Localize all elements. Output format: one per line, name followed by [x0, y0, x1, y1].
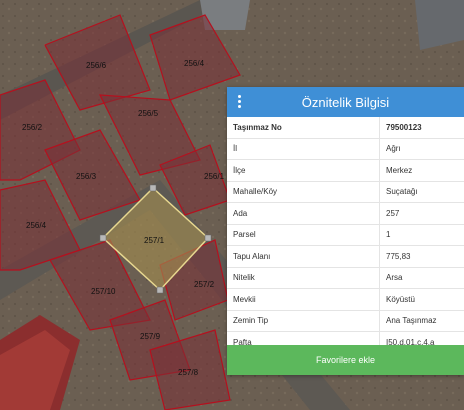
parcel-label: 257/1 — [144, 236, 165, 245]
attribute-row: İl Ağrı — [227, 138, 464, 160]
add-to-favorites-button[interactable]: Favorilere ekle — [227, 345, 464, 375]
attribute-row: Taşınmaz No 79500123 — [227, 117, 464, 139]
attribute-key: Taşınmaz No — [227, 117, 380, 139]
more-vertical-icon[interactable] — [236, 95, 242, 109]
attribute-key: Mevkii — [227, 288, 380, 311]
attribute-table: Taşınmaz No 79500123 İl Ağrı İlçe Merkez Mahal… — [227, 117, 464, 354]
attribute-row: Tapu Alanı 775,83 — [227, 245, 464, 268]
attribute-row: Mahalle/Köy Suçatağı — [227, 181, 464, 203]
attribute-value: Suçatağı — [379, 181, 464, 203]
vertex-handle[interactable] — [99, 234, 107, 242]
attribute-row: Ada 257 — [227, 202, 464, 225]
attribute-value: Ana Taşınmaz — [379, 310, 464, 332]
parcel-label: 256/4 — [26, 221, 47, 230]
attribute-key: Ada — [227, 202, 380, 225]
attribute-value: 775,83 — [379, 245, 464, 268]
attribute-value: Arsa — [379, 267, 464, 289]
vertex-handle[interactable] — [204, 234, 212, 242]
attribute-key: Nitelik — [227, 267, 380, 289]
attribute-value: 257 — [379, 202, 464, 225]
attribute-row: Zemin Tip Ana Taşınmaz — [227, 310, 464, 332]
attribute-panel: Öznitelik Bilgisi Taşınmaz No 79500123 İl A… — [227, 87, 464, 375]
attribute-key: İl — [227, 138, 380, 160]
attribute-key: Mahalle/Köy — [227, 181, 380, 203]
parcel-label: 257/8 — [178, 368, 199, 377]
attribute-key: İlçe — [227, 159, 380, 182]
attribute-key: Parsel — [227, 224, 380, 246]
parcel-label: 256/3 — [76, 172, 97, 181]
attribute-value: Köyüstü — [379, 288, 464, 311]
parcel-label: 257/10 — [91, 287, 116, 296]
attribute-key: Tapu Alanı — [227, 245, 380, 268]
parcel-label: 256/5 — [138, 109, 159, 118]
attribute-value: Ağrı — [379, 138, 464, 160]
parcel-label: 256/1 — [204, 172, 225, 181]
attribute-value: 79500123 — [379, 117, 464, 139]
attribute-row: İlçe Merkez — [227, 159, 464, 182]
parcel-label: 256/4 — [184, 59, 205, 68]
attribute-row: Mevkii Köyüstü — [227, 288, 464, 311]
attribute-value: Merkez — [379, 159, 464, 182]
attribute-row: Parsel 1 — [227, 224, 464, 246]
attribute-value: 1 — [379, 224, 464, 246]
attribute-row: Nitelik Arsa — [227, 267, 464, 289]
parcel-label: 256/6 — [86, 61, 107, 70]
panel-header: Öznitelik Bilgisi — [227, 87, 464, 117]
attribute-key: Zemin Tip — [227, 310, 380, 332]
panel-title: Öznitelik Bilgisi — [301, 94, 390, 110]
vertex-handle[interactable] — [149, 184, 157, 192]
parcel-label: 257/9 — [140, 332, 161, 341]
parcel-label: 256/2 — [22, 123, 43, 132]
parcel-label: 257/2 — [194, 280, 215, 289]
vertex-handle[interactable] — [156, 286, 164, 294]
